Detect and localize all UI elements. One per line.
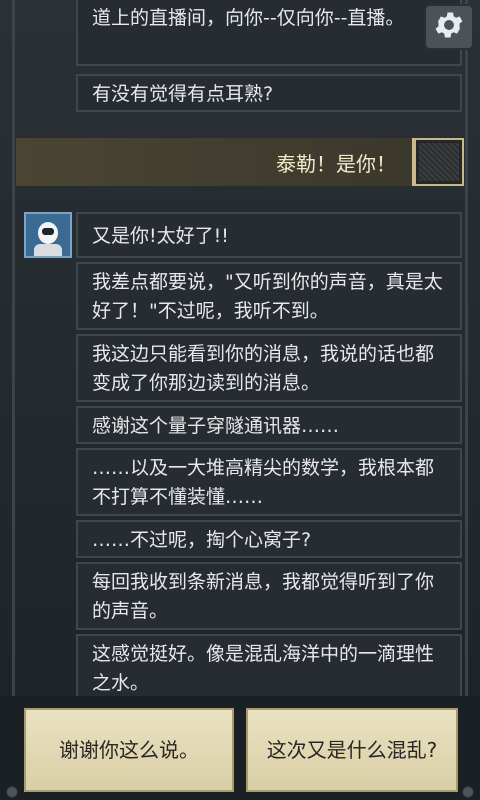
message-bubble: 感谢这个量子穿隧通讯器…… — [76, 406, 462, 444]
message-bubble: ……不过呢，掏个心窝子? — [76, 520, 462, 558]
player-message-text: 泰勒！是你！ — [276, 151, 396, 176]
message-bubble: 我这边只能看到你的消息，我说的话也都变成了你那边读到的消息。 — [76, 334, 462, 402]
gear-icon — [432, 8, 466, 46]
message-bubble: ……以及一大堆高精尖的数学，我根本都不打算不懂装懂…… — [76, 448, 462, 516]
message-bubble: 每回我收到条新消息，我都觉得听到了你的声音。 — [76, 562, 462, 630]
choice-label: 谢谢你这么说。 — [59, 738, 199, 762]
message-bubble: 这感觉挺好。像是混乱海洋中的一滴理性之水。 — [76, 634, 462, 702]
taylor-avatar — [24, 212, 72, 258]
player-message: 泰勒！是你！ — [16, 138, 416, 186]
player-avatar — [414, 138, 464, 186]
message-bubble: 道上的直播间，向你--仅向你--直播。 — [76, 0, 462, 66]
rivet — [462, 786, 474, 798]
message-bubble: 又是你!太好了!! — [76, 212, 462, 258]
rivet — [6, 786, 18, 798]
message-bubble: 有没有觉得有点耳熟? — [76, 74, 462, 112]
message-bubble: 我差点都要说，"又听到你的声音，真是太好了！"不过呢，我听不到。 — [76, 262, 462, 330]
choice-button[interactable]: 这次又是什么混乱? — [246, 708, 458, 792]
choice-label: 这次又是什么混乱? — [266, 738, 438, 762]
settings-button[interactable] — [424, 4, 474, 50]
choice-button[interactable]: 谢谢你这么说。 — [24, 708, 234, 792]
